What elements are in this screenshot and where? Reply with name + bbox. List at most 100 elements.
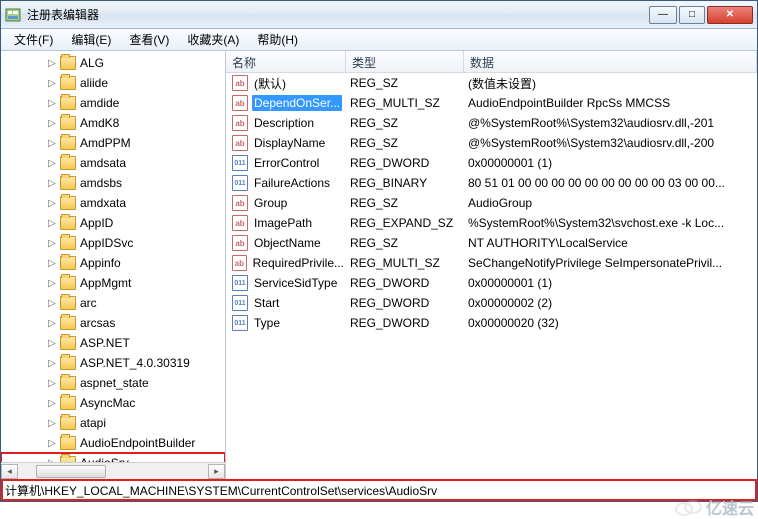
tree-item[interactable]: ▷ ALG — [1, 53, 225, 73]
tree-item-label[interactable]: AmdK8 — [80, 116, 119, 130]
tree-item[interactable]: ▷ amdsbs — [1, 173, 225, 193]
value-name-cell[interactable]: 011Type — [226, 315, 346, 331]
tree-item-label[interactable]: AppID — [80, 216, 113, 230]
expand-icon[interactable]: ▷ — [46, 78, 58, 89]
value-name-cell[interactable]: abDescription — [226, 115, 346, 131]
value-name-cell[interactable]: abDependOnSer... — [226, 95, 346, 111]
tree-item[interactable]: ▷ aspnet_state — [1, 373, 225, 393]
minimize-button[interactable]: — — [649, 6, 677, 24]
tree-item[interactable]: ▷ AsyncMac — [1, 393, 225, 413]
value-row[interactable]: 011ServiceSidTypeREG_DWORD0x00000001 (1) — [226, 273, 757, 293]
expand-icon[interactable]: ▷ — [46, 318, 58, 329]
value-row[interactable]: abImagePathREG_EXPAND_SZ%SystemRoot%\Sys… — [226, 213, 757, 233]
tree-item[interactable]: ▷ ASP.NET_4.0.30319 — [1, 353, 225, 373]
tree-item-label[interactable]: AppIDSvc — [80, 236, 133, 250]
close-button[interactable]: ✕ — [707, 6, 753, 24]
tree-item[interactable]: ▷ amdide — [1, 93, 225, 113]
value-row[interactable]: 011StartREG_DWORD0x00000002 (2) — [226, 293, 757, 313]
value-row[interactable]: abDisplayNameREG_SZ@%SystemRoot%\System3… — [226, 133, 757, 153]
value-row[interactable]: abObjectNameREG_SZNT AUTHORITY\LocalServ… — [226, 233, 757, 253]
tree-item[interactable]: ▷ AmdK8 — [1, 113, 225, 133]
tree-item-label[interactable]: arcsas — [80, 316, 115, 330]
tree-horizontal-scrollbar[interactable]: ◂ ▸ — [1, 462, 225, 479]
value-name-cell[interactable]: 011Start — [226, 295, 346, 311]
value-name-cell[interactable]: abRequiredPrivile... — [226, 255, 346, 271]
tree-item[interactable]: ▷ AppIDSvc — [1, 233, 225, 253]
tree-item[interactable]: ▷ Appinfo — [1, 253, 225, 273]
value-row[interactable]: abDependOnSer...REG_MULTI_SZAudioEndpoin… — [226, 93, 757, 113]
tree-item-label[interactable]: AmdPPM — [80, 136, 131, 150]
scroll-track[interactable] — [18, 464, 208, 479]
menu-view[interactable]: 查看(V) — [120, 29, 178, 50]
tree-item-label[interactable]: ASP.NET — [80, 336, 130, 350]
value-name-cell[interactable]: abObjectName — [226, 235, 346, 251]
expand-icon[interactable]: ▷ — [46, 298, 58, 309]
expand-icon[interactable]: ▷ — [46, 378, 58, 389]
expand-icon[interactable]: ▷ — [46, 198, 58, 209]
expand-icon[interactable]: ▷ — [46, 358, 58, 369]
expand-icon[interactable]: ▷ — [46, 278, 58, 289]
column-type-header[interactable]: 类型 — [346, 51, 464, 72]
tree-item-label[interactable]: ALG — [80, 56, 104, 70]
expand-icon[interactable]: ▷ — [46, 138, 58, 149]
value-name-cell[interactable]: abDisplayName — [226, 135, 346, 151]
tree-item[interactable]: ▷ AmdPPM — [1, 133, 225, 153]
tree-item[interactable]: ▷aliide — [1, 73, 225, 93]
tree-item[interactable]: ▷ ASP.NET — [1, 333, 225, 353]
expand-icon[interactable]: ▷ — [46, 158, 58, 169]
menu-favorites[interactable]: 收藏夹(A) — [178, 29, 248, 50]
tree-item[interactable]: ▷ arcsas — [1, 313, 225, 333]
expand-icon[interactable]: ▷ — [46, 118, 58, 129]
tree-item-label[interactable]: atapi — [80, 416, 106, 430]
expand-icon[interactable]: ▷ — [46, 338, 58, 349]
scroll-right-arrow[interactable]: ▸ — [208, 464, 225, 479]
value-name-cell[interactable]: abImagePath — [226, 215, 346, 231]
tree-item[interactable]: ▷ AppMgmt — [1, 273, 225, 293]
column-data-header[interactable]: 数据 — [464, 51, 757, 72]
tree-item-label[interactable]: AppMgmt — [80, 276, 131, 290]
expand-icon[interactable]: ▷ — [46, 398, 58, 409]
expand-icon[interactable]: ▷ — [46, 258, 58, 269]
expand-icon[interactable]: ▷ — [46, 58, 58, 69]
tree-item[interactable]: ▷ AudioEndpointBuilder — [1, 433, 225, 453]
expand-icon[interactable]: ▷ — [46, 438, 58, 449]
value-name-cell[interactable]: abGroup — [226, 195, 346, 211]
expand-icon[interactable]: ▷ — [46, 418, 58, 429]
tree-item[interactable]: ▷ amdsata — [1, 153, 225, 173]
value-name-cell[interactable]: 011ServiceSidType — [226, 275, 346, 291]
value-name-cell[interactable]: 011FailureActions — [226, 175, 346, 191]
expand-icon[interactable]: ▷ — [46, 238, 58, 249]
tree-item-label[interactable]: AsyncMac — [80, 396, 135, 410]
value-name-cell[interactable]: 011ErrorControl — [226, 155, 346, 171]
tree-item-label[interactable]: amdsbs — [80, 176, 122, 190]
value-row[interactable]: abRequiredPrivile...REG_MULTI_SZSeChange… — [226, 253, 757, 273]
tree-item-label[interactable]: amdxata — [80, 196, 126, 210]
tree-view[interactable]: ▷ALG▷aliide▷amdide▷AmdK8▷AmdPPM▷amdsata▷… — [1, 51, 225, 462]
value-row[interactable]: 011ErrorControlREG_DWORD0x00000001 (1) — [226, 153, 757, 173]
expand-icon[interactable]: ▷ — [46, 218, 58, 229]
maximize-button[interactable]: □ — [679, 6, 705, 24]
tree-item-label[interactable]: amdsata — [80, 156, 126, 170]
tree-item-label[interactable]: amdide — [80, 96, 119, 110]
tree-item-label[interactable]: ASP.NET_4.0.30319 — [80, 356, 190, 370]
tree-item[interactable]: ▷ arc — [1, 293, 225, 313]
tree-item[interactable]: ▷AudioSrv — [1, 453, 225, 462]
tree-item-label[interactable]: arc — [80, 296, 97, 310]
titlebar[interactable]: 注册表编辑器 — □ ✕ — [1, 1, 757, 29]
scroll-thumb[interactable] — [36, 465, 106, 478]
tree-item[interactable]: ▷ atapi — [1, 413, 225, 433]
value-row[interactable]: abGroupREG_SZAudioGroup — [226, 193, 757, 213]
expand-icon[interactable]: ▷ — [46, 178, 58, 189]
value-row[interactable]: 011FailureActionsREG_BINARY80 51 01 00 0… — [226, 173, 757, 193]
tree-item-label[interactable]: AudioEndpointBuilder — [80, 436, 195, 450]
values-list[interactable]: ab(默认)REG_SZ(数值未设置)abDependOnSer...REG_M… — [226, 73, 757, 479]
scroll-left-arrow[interactable]: ◂ — [1, 464, 18, 479]
tree-item-label[interactable]: aspnet_state — [80, 376, 149, 390]
value-row[interactable]: 011TypeREG_DWORD0x00000020 (32) — [226, 313, 757, 333]
menu-help[interactable]: 帮助(H) — [248, 29, 307, 50]
tree-item-label[interactable]: Appinfo — [80, 256, 121, 270]
menu-edit[interactable]: 编辑(E) — [62, 29, 120, 50]
tree-item[interactable]: ▷ AppID — [1, 213, 225, 233]
expand-icon[interactable]: ▷ — [46, 98, 58, 109]
value-row[interactable]: ab(默认)REG_SZ(数值未设置) — [226, 73, 757, 93]
